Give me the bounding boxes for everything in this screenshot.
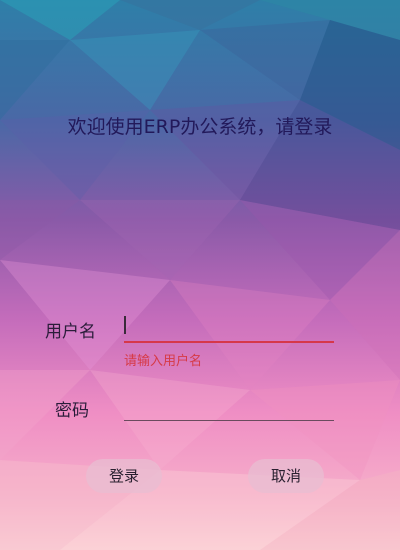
username-field[interactable] (124, 341, 334, 343)
username-error: 请输入用户名 (124, 354, 203, 369)
password-field[interactable] (124, 420, 334, 421)
low-poly-background (0, 0, 400, 550)
text-cursor (124, 316, 126, 334)
login-button[interactable]: 登录 (86, 459, 162, 493)
page-title: 欢迎使用ERP办公系统，请登录 (67, 116, 333, 138)
username-label: 用户名 (45, 322, 96, 342)
cancel-button[interactable]: 取消 (248, 459, 324, 493)
password-label: 密码 (55, 401, 89, 421)
